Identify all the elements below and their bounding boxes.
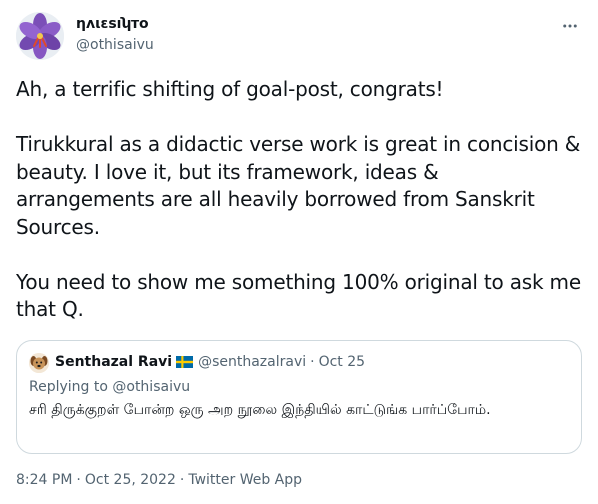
quoted-author-name: Senthazal Ravi <box>55 354 173 370</box>
author-avatar[interactable] <box>16 12 64 60</box>
meta-separator: · <box>76 472 81 488</box>
quoted-text: சரி திருக்குறள் போன்ற ஒரு அற நூலை இந்திய… <box>29 402 491 418</box>
tweet-paragraph: You need to show me something 100% origi… <box>16 269 581 322</box>
tweet-paragraph: Tirukkural as a didactic verse work is g… <box>16 132 581 239</box>
tweet-source: Twitter Web App <box>188 472 303 488</box>
tweet-time[interactable]: 8:24 PM <box>16 472 72 488</box>
tweet-paragraph: Ah, a terrific shifting of goal-post, co… <box>16 77 444 101</box>
more-horizontal-icon <box>563 24 577 28</box>
quoted-author-handle: @senthazalravi <box>198 354 307 370</box>
sweden-flag-icon <box>176 356 194 368</box>
tweet-text: Ah, a terrific shifting of goal-post, co… <box>16 76 582 324</box>
quoted-separator: · <box>310 354 315 370</box>
flower-avatar-image <box>16 12 64 60</box>
tweet-date[interactable]: Oct 25, 2022 <box>85 472 176 488</box>
tweet-metadata: 8:24 PM · Oct 25, 2022 · Twitter Web App <box>16 470 302 490</box>
more-options-button[interactable] <box>558 14 582 38</box>
dog-avatar-image <box>29 353 49 373</box>
quoted-header: Senthazal Ravi @senthazalravi · Oct 25 <box>55 352 365 372</box>
tweet-card: ηʌιɛsıʮто @othisaivu Ah, a terrific shif… <box>0 0 598 504</box>
meta-separator: · <box>179 472 185 488</box>
quoted-replying-to: Replying to @othisaivu <box>29 379 191 395</box>
quoted-author-avatar <box>29 353 49 373</box>
quoted-tweet[interactable]: Senthazal Ravi @senthazalravi · Oct 25 R… <box>16 340 582 454</box>
author-display-name[interactable]: ηʌιɛsıʮто <box>76 14 149 34</box>
quoted-date: Oct 25 <box>318 354 366 370</box>
author-handle[interactable]: @othisaivu <box>76 35 154 55</box>
